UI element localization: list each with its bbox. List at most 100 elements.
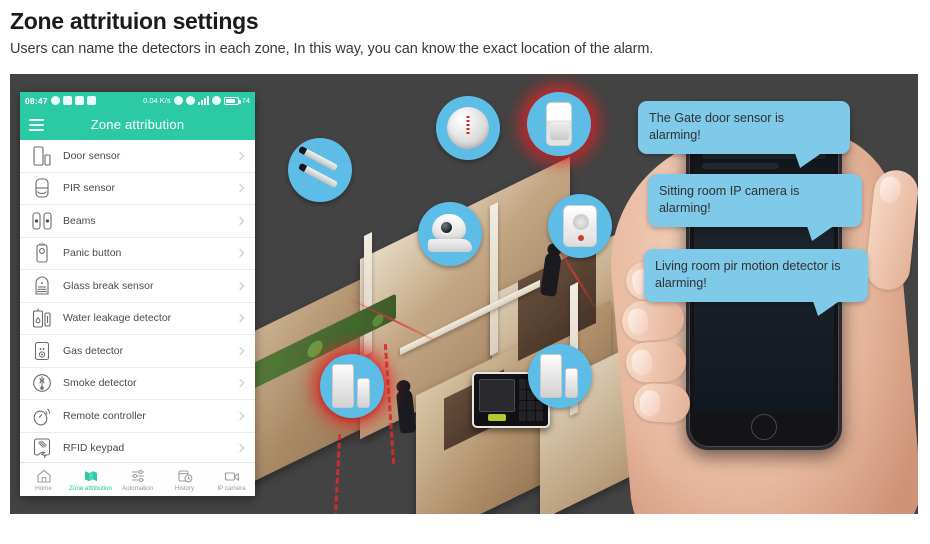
- tab-history[interactable]: History: [161, 463, 208, 496]
- sliders-icon: [130, 468, 146, 484]
- smart-socket-icon: [563, 205, 597, 247]
- sync-icon: [62, 96, 72, 105]
- alarm-clock-icon: [173, 96, 183, 105]
- intruder-path-line: [333, 433, 342, 514]
- alert-bubble-ip-camera: Sitting room IP camera is alarming!: [648, 174, 862, 227]
- pin-ip-camera[interactable]: [418, 202, 482, 266]
- home-icon: [36, 468, 52, 484]
- app-status-bar: 08:47 0.04 K/s 74: [20, 92, 255, 109]
- tab-zone-attribution[interactable]: Zone attribution: [67, 463, 114, 496]
- zone-row-door-sensor[interactable]: Door sensor: [20, 140, 255, 173]
- notification-placeholder: [702, 163, 779, 169]
- hero-illustration-panel: 08:47 0.04 K/s 74 Zone attribution Door …: [10, 74, 918, 514]
- zone-label: Smoke detector: [63, 377, 137, 390]
- tab-label: Zone attribution: [69, 484, 112, 492]
- pir-sensor-icon: [546, 102, 572, 146]
- keypad-led: [488, 414, 506, 421]
- network-speed-label: 0.04 K/s: [143, 96, 171, 105]
- chevron-right-icon: [235, 379, 245, 388]
- alert-bubble-gate-door: The Gate door sensor is alarming!: [638, 101, 850, 154]
- pin-beams[interactable]: [288, 138, 352, 202]
- pir-sensor-icon: [31, 176, 53, 200]
- zone-row-gas-detector[interactable]: Gas detector: [20, 335, 255, 368]
- mobile-app-screenshot: 08:47 0.04 K/s 74 Zone attribution Door …: [20, 92, 255, 496]
- zone-row-remote-controller[interactable]: Remote controller: [20, 400, 255, 433]
- chevron-right-icon: [235, 184, 245, 193]
- zone-row-smoke-detector[interactable]: Smoke detector: [20, 367, 255, 400]
- keypad-lcd: [479, 379, 515, 412]
- location-icon: [211, 96, 221, 105]
- pin-smart-socket[interactable]: [548, 194, 612, 258]
- door-sensor-icon: [31, 144, 53, 168]
- sd-card-icon: [86, 96, 96, 105]
- panic-button-icon: [31, 241, 53, 265]
- gallery-icon: [74, 96, 84, 105]
- zone-label: Beams: [63, 214, 96, 227]
- zone-row-rfid-keypad[interactable]: RFID keypad: [20, 432, 255, 462]
- chevron-right-icon: [235, 411, 245, 420]
- tab-label: IP camera: [217, 484, 246, 492]
- zone-list[interactable]: Door sensor PIR sensor Beams Panic butto…: [20, 140, 255, 462]
- tab-label: History: [174, 484, 195, 492]
- zone-label: Remote controller: [63, 409, 146, 422]
- zone-row-beams[interactable]: Beams: [20, 205, 255, 238]
- zone-label: Glass break sensor: [63, 279, 154, 292]
- wall: [490, 202, 498, 356]
- chevron-right-icon: [235, 216, 245, 225]
- chevron-right-icon: [235, 346, 245, 355]
- app-tab-bar[interactable]: Home Zone attribution Automation History: [20, 462, 255, 496]
- pin-door-sensor-alarming[interactable]: [320, 354, 384, 418]
- page-subtitle: Users can name the detectors in each zon…: [10, 41, 654, 58]
- finger: [632, 382, 692, 424]
- chevron-right-icon: [235, 249, 245, 258]
- alert-bubble-pir-motion: Living room pir motion detector is alarm…: [644, 249, 868, 302]
- app-title-bar: Zone attribution: [20, 109, 255, 140]
- page-title: Zone attrituion settings: [10, 8, 259, 34]
- zone-row-pir-sensor[interactable]: PIR sensor: [20, 172, 255, 205]
- finger: [625, 340, 687, 384]
- battery-percent-label: 74: [241, 96, 250, 105]
- wifi-icon: [185, 96, 195, 105]
- zone-row-panic-button[interactable]: Panic button: [20, 237, 255, 270]
- app-screen-title: Zone attribution: [90, 117, 185, 132]
- door-sensor-icon: [332, 364, 372, 408]
- fingernail: [639, 389, 661, 417]
- keypad-display: [479, 379, 515, 421]
- fingernail: [878, 175, 902, 204]
- fingernail: [626, 307, 650, 336]
- zone-label: Water leakage detector: [63, 312, 172, 325]
- tab-label: Automation: [121, 484, 154, 492]
- door-sensor-icon: [540, 354, 580, 398]
- chevron-right-icon: [235, 444, 245, 453]
- battery-icon: [223, 96, 241, 105]
- tab-automation[interactable]: Automation: [114, 463, 161, 496]
- status-bar-time: 08:47: [25, 95, 48, 106]
- chevron-right-icon: [235, 314, 245, 323]
- tab-home[interactable]: Home: [20, 463, 67, 496]
- glass-break-icon: [31, 274, 53, 298]
- zones-icon: [83, 468, 99, 484]
- gas-detector-icon: [31, 339, 53, 363]
- pin-door-sensor[interactable]: [528, 344, 592, 408]
- pin-pir-sensor-alarming[interactable]: [527, 92, 591, 156]
- video-cam-icon: [224, 468, 240, 484]
- beams-icon: [31, 209, 53, 233]
- tab-ip-camera[interactable]: IP camera: [208, 463, 255, 496]
- water-leak-icon: [31, 306, 53, 330]
- ip-camera-icon: [428, 214, 472, 254]
- tab-label: Home: [35, 484, 52, 492]
- pin-smoke-detector[interactable]: [436, 96, 500, 160]
- chevron-right-icon: [235, 281, 245, 290]
- home-button[interactable]: [751, 414, 777, 440]
- zone-row-glass-break-sensor[interactable]: Glass break sensor: [20, 270, 255, 303]
- zone-label: PIR sensor: [63, 182, 115, 195]
- rfid-keypad-icon: [31, 436, 53, 460]
- smoke-detector-icon: [31, 371, 53, 395]
- hamburger-icon[interactable]: [29, 118, 44, 131]
- remote-controller-icon: [31, 404, 53, 428]
- zone-label: Gas detector: [63, 344, 124, 357]
- zone-row-water-leakage-detector[interactable]: Water leakage detector: [20, 302, 255, 335]
- page-header: Zone attrituion settings Users can name …: [0, 0, 930, 57]
- history-icon: [177, 468, 193, 484]
- signal-icon: [197, 96, 209, 105]
